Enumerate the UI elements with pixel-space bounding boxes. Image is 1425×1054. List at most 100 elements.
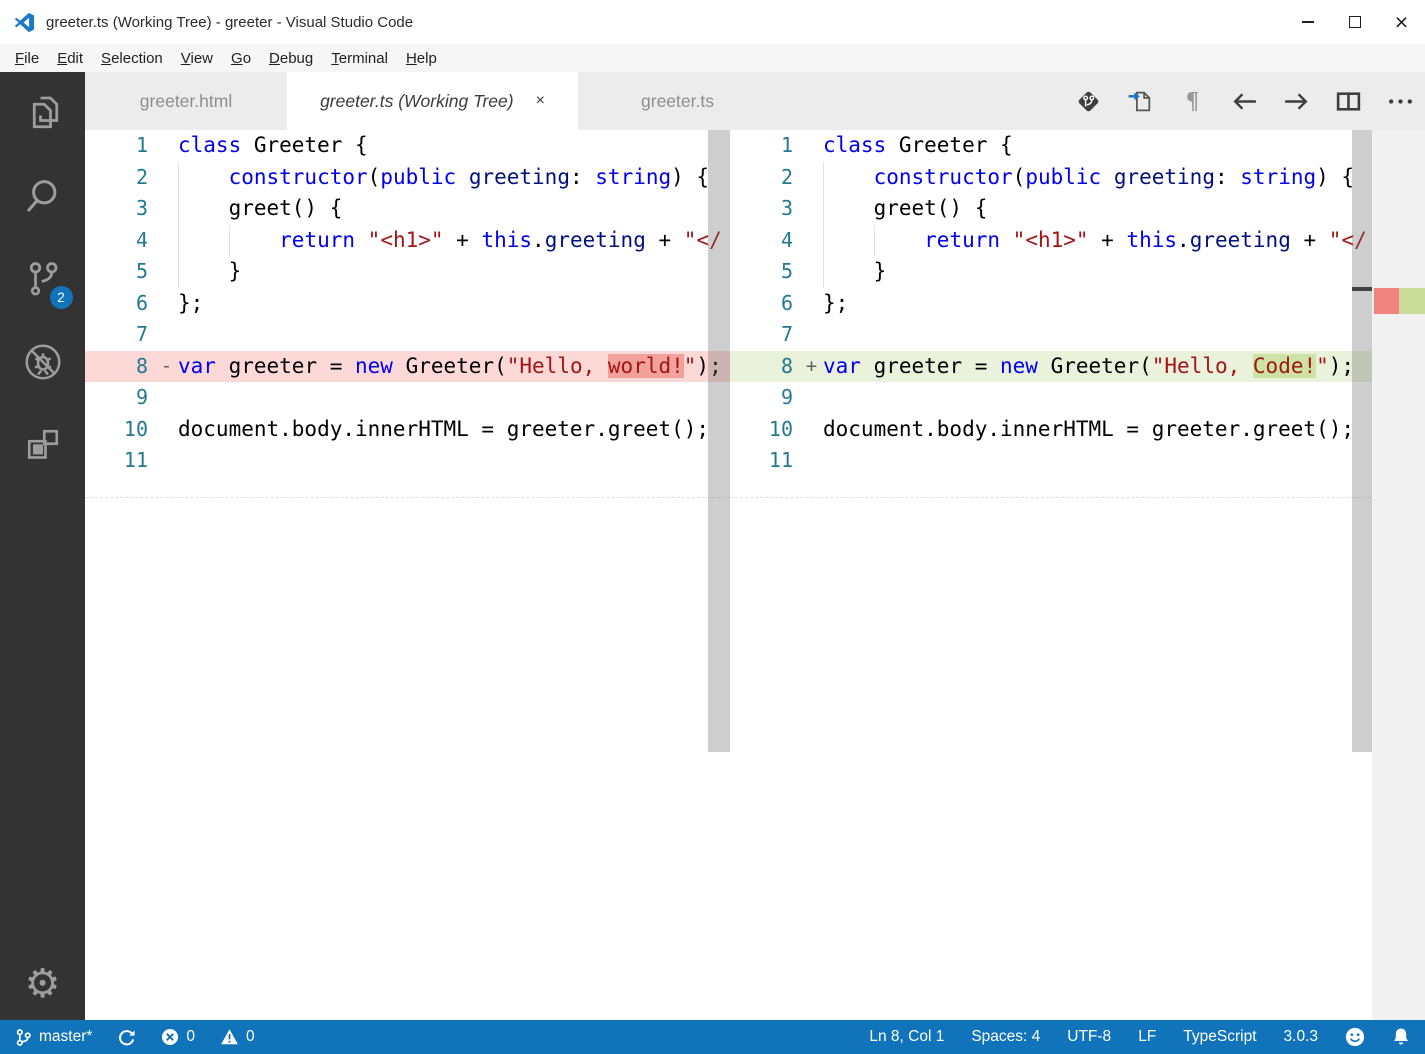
- status-feedback-smiley[interactable]: [1345, 1027, 1365, 1047]
- more-actions-button[interactable]: [1386, 87, 1415, 116]
- line-number: 4: [135, 227, 148, 252]
- code-line[interactable]: 9: [85, 382, 730, 414]
- line-number: 11: [123, 448, 148, 472]
- menu-edit[interactable]: Edit: [48, 50, 92, 67]
- code-line[interactable]: 7: [85, 319, 730, 351]
- diff-pane-modified[interactable]: 1 class Greeter {2 constructor(public gre…: [730, 130, 1425, 1020]
- code-line[interactable]: 1 class Greeter {: [85, 130, 730, 162]
- status-label: Ln 8, Col 1: [869, 1028, 945, 1045]
- diff-sign: [800, 130, 823, 162]
- code-token: };: [178, 290, 204, 315]
- code-content: var greeter = new Greeter("Hello, world!…: [178, 351, 730, 383]
- activity-source-control-button[interactable]: 2: [16, 252, 73, 309]
- minimize-button[interactable]: [1284, 0, 1331, 44]
- menu-terminal[interactable]: Terminal: [322, 50, 397, 67]
- status-warnings[interactable]: 0: [220, 1028, 255, 1046]
- diff-sign: [800, 414, 823, 446]
- tab-close-icon[interactable]: ×: [536, 92, 545, 110]
- activity-extensions-button[interactable]: [16, 418, 70, 472]
- code-content: document.body.innerHTML = greeter.greet(…: [823, 414, 1425, 446]
- code-line[interactable]: 10 document.body.innerHTML = greeter.gree…: [730, 414, 1425, 446]
- activity-debug-button[interactable]: [16, 335, 70, 389]
- menu-debug[interactable]: Debug: [260, 50, 322, 67]
- code-line[interactable]: 2 constructor(public greeting: string) {: [85, 161, 730, 193]
- next-change-button[interactable]: [1282, 87, 1311, 116]
- title-bar: greeter.ts (Working Tree) - greeter - Vi…: [0, 0, 1425, 44]
- activity-explorer-button[interactable]: [16, 86, 70, 140]
- right-scrollbar-thumb[interactable]: [1352, 130, 1372, 752]
- code-line[interactable]: 4 return "<h1>" + this.greeting + "</: [85, 224, 730, 256]
- code-line[interactable]: 5 }: [730, 256, 1425, 288]
- toggle-whitespace-button[interactable]: ¶: [1178, 87, 1207, 116]
- menu-go[interactable]: Go: [222, 50, 260, 67]
- diff-pane-original[interactable]: 1 class Greeter {2 constructor(public gre…: [85, 130, 730, 1020]
- code-line[interactable]: 9: [730, 382, 1425, 414]
- feedback-smiley-icon: [1345, 1027, 1365, 1047]
- status-git-branch[interactable]: master*: [15, 1028, 92, 1047]
- code-line[interactable]: 1 class Greeter {: [730, 130, 1425, 162]
- code-line[interactable]: 6};: [85, 288, 730, 320]
- diff-sign: [800, 225, 823, 257]
- settings-gear-button[interactable]: ⚙: [25, 964, 61, 1004]
- code-line[interactable]: 11: [85, 445, 730, 477]
- menu-help[interactable]: Help: [397, 50, 446, 67]
- code-token: constructor: [228, 164, 368, 189]
- code-line[interactable]: 3 greet() {: [85, 193, 730, 225]
- code-line[interactable]: 10 document.body.innerHTML = greeter.gree…: [85, 414, 730, 446]
- code-token: greeting: [468, 164, 570, 189]
- code-line[interactable]: 11: [730, 445, 1425, 477]
- tab-greeter-ts[interactable]: greeter.ts: [578, 72, 777, 130]
- open-file-button[interactable]: [1126, 87, 1155, 116]
- previous-change-icon: [1230, 89, 1259, 114]
- tab-greeter-ts-working-tree[interactable]: greeter.ts (Working Tree) ×: [287, 72, 578, 130]
- line-number: 10: [768, 416, 793, 441]
- code-content: constructor(public greeting: string) {: [178, 161, 730, 193]
- line-number: 11: [768, 448, 793, 472]
- code-token: (: [367, 164, 381, 189]
- code-token: var: [178, 353, 216, 378]
- code-content: [178, 445, 730, 477]
- status-3-0-3[interactable]: 3.0.3: [1284, 1028, 1318, 1046]
- status-lf[interactable]: LF: [1138, 1028, 1156, 1046]
- status-notifications-bell[interactable]: [1392, 1027, 1410, 1047]
- status-typescript[interactable]: TypeScript: [1183, 1028, 1256, 1046]
- activity-search-button[interactable]: [16, 169, 70, 223]
- tab-greeter-html[interactable]: greeter.html: [85, 72, 287, 130]
- code-line[interactable]: 2 constructor(public greeting: string) {: [730, 161, 1425, 193]
- status-errors[interactable]: 0: [161, 1028, 195, 1046]
- code-line[interactable]: 5 }: [85, 256, 730, 288]
- status-utf-8[interactable]: UTF-8: [1067, 1028, 1111, 1046]
- status-sync[interactable]: [117, 1028, 136, 1047]
- code-token: greeter =: [215, 353, 356, 378]
- diff-sign: [155, 382, 178, 414]
- menu-view[interactable]: View: [172, 50, 222, 67]
- maximize-button[interactable]: [1331, 0, 1378, 44]
- split-editor-button[interactable]: [1334, 87, 1363, 116]
- minimize-icon: [1301, 21, 1314, 23]
- code-line[interactable]: 3 greet() {: [730, 193, 1425, 225]
- toggle-whitespace-icon: ¶: [1186, 87, 1199, 114]
- code-token: +: [1088, 227, 1127, 252]
- code-token: .: [532, 227, 545, 252]
- line-number: 1: [135, 133, 148, 157]
- code-line[interactable]: 4 return "<h1>" + this.greeting + "</: [730, 224, 1425, 257]
- code-line[interactable]: 8- var greeter = new Greeter("Hello, worl…: [85, 350, 730, 383]
- code-line[interactable]: 6};: [730, 288, 1425, 320]
- line-number: 2: [135, 164, 148, 189]
- warnings-icon: [220, 1028, 239, 1046]
- diff-sign: [155, 193, 178, 225]
- open-changes-button[interactable]: [1074, 87, 1103, 116]
- menu-selection[interactable]: Selection: [92, 50, 172, 67]
- line-number: 3: [135, 196, 148, 220]
- code-line[interactable]: 8 + var greeter = new Greeter("Hello, Code…: [730, 350, 1425, 382]
- close-button[interactable]: ×: [1378, 0, 1425, 44]
- code-line[interactable]: 7: [730, 319, 1425, 351]
- code-token: greet() {: [178, 196, 343, 220]
- previous-change-button[interactable]: [1230, 87, 1259, 116]
- left-scrollbar-thumb[interactable]: [708, 130, 730, 752]
- menu-file[interactable]: File: [6, 50, 48, 67]
- status-ln-8-col-1[interactable]: Ln 8, Col 1: [869, 1028, 944, 1046]
- status-spaces-4[interactable]: Spaces: 4: [971, 1028, 1040, 1046]
- status-label: UTF-8: [1067, 1028, 1112, 1045]
